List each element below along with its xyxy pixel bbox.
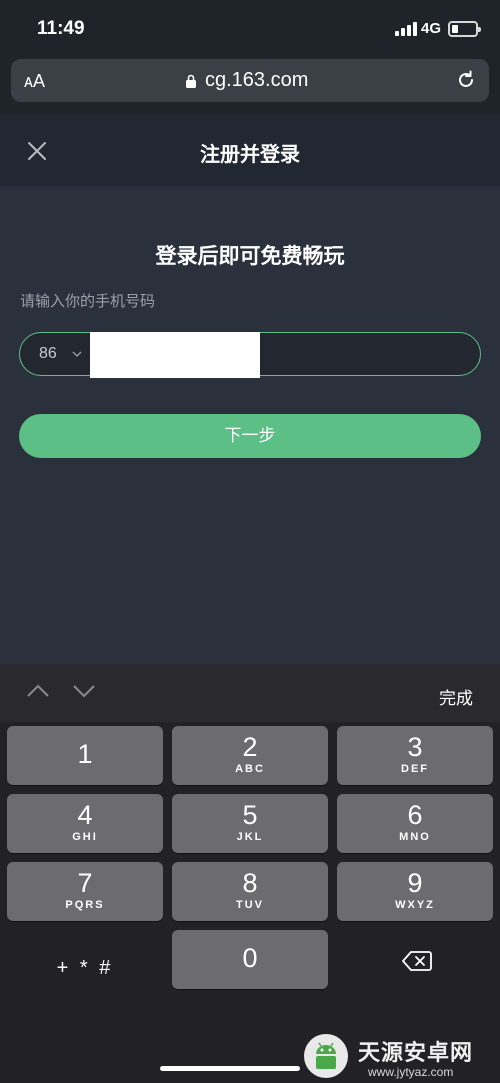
signal-icon <box>395 22 417 36</box>
page-header: 注册并登录 <box>0 114 500 186</box>
key-8[interactable]: 8 TUV <box>172 862 328 921</box>
battery-icon <box>448 21 481 37</box>
key-7[interactable]: 7 PQRS <box>7 862 163 921</box>
numeric-keyboard: 完成 1 2 ABC 3 DEF 4 GHI 5 JKL 6 MNO 7 PQR… <box>0 664 500 1083</box>
browser-toolbar: ᴀAAA cg.163.com <box>0 56 500 114</box>
watermark-title: 天源安卓网 <box>358 1040 474 1065</box>
home-indicator <box>160 1066 300 1071</box>
page-title: 注册并登录 <box>200 144 300 166</box>
country-code-select[interactable]: 86 <box>39 345 57 363</box>
key-3[interactable]: 3 DEF <box>337 726 493 785</box>
chevron-down-icon[interactable] <box>72 349 82 359</box>
keyboard-toolbar: 完成 <box>0 664 500 722</box>
login-heading: 登录后即可免费畅玩 <box>155 245 345 268</box>
symbols-key[interactable]: + * # <box>7 939 163 998</box>
key-4[interactable]: 4 GHI <box>7 794 163 853</box>
status-bar: 11:49 4G <box>0 0 500 56</box>
key-0[interactable]: 0 <box>172 930 328 989</box>
phone-number-input[interactable] <box>90 332 260 378</box>
backspace-icon[interactable] <box>402 950 432 972</box>
status-time: 11:49 <box>37 18 85 39</box>
watermark-url: www.jytyaz.com <box>368 1065 454 1079</box>
network-type: 4G <box>421 20 442 37</box>
done-button[interactable]: 完成 <box>439 684 473 709</box>
key-6[interactable]: 6 MNO <box>337 794 493 853</box>
key-9[interactable]: 9 WXYZ <box>337 862 493 921</box>
reload-icon[interactable] <box>455 69 477 91</box>
phone-number-field[interactable]: 86 <box>19 332 481 378</box>
site-watermark: 天源安卓网 www.jytyaz.com <box>296 1025 500 1083</box>
key-1[interactable]: 1 <box>7 726 163 785</box>
key-5[interactable]: 5 JKL <box>172 794 328 853</box>
chevron-up-icon[interactable] <box>26 682 50 700</box>
address-bar[interactable]: ᴀAAA cg.163.com <box>11 59 489 102</box>
chevron-down-icon[interactable] <box>72 682 96 700</box>
next-button[interactable]: 下一步 <box>19 414 481 458</box>
android-logo-icon <box>304 1034 348 1078</box>
key-2[interactable]: 2 ABC <box>172 726 328 785</box>
lock-icon <box>186 74 196 88</box>
url-text[interactable]: cg.163.com <box>205 69 308 92</box>
phone-prompt: 请输入你的手机号码 <box>20 293 156 310</box>
text-size-button[interactable]: ᴀAAA <box>24 71 45 92</box>
